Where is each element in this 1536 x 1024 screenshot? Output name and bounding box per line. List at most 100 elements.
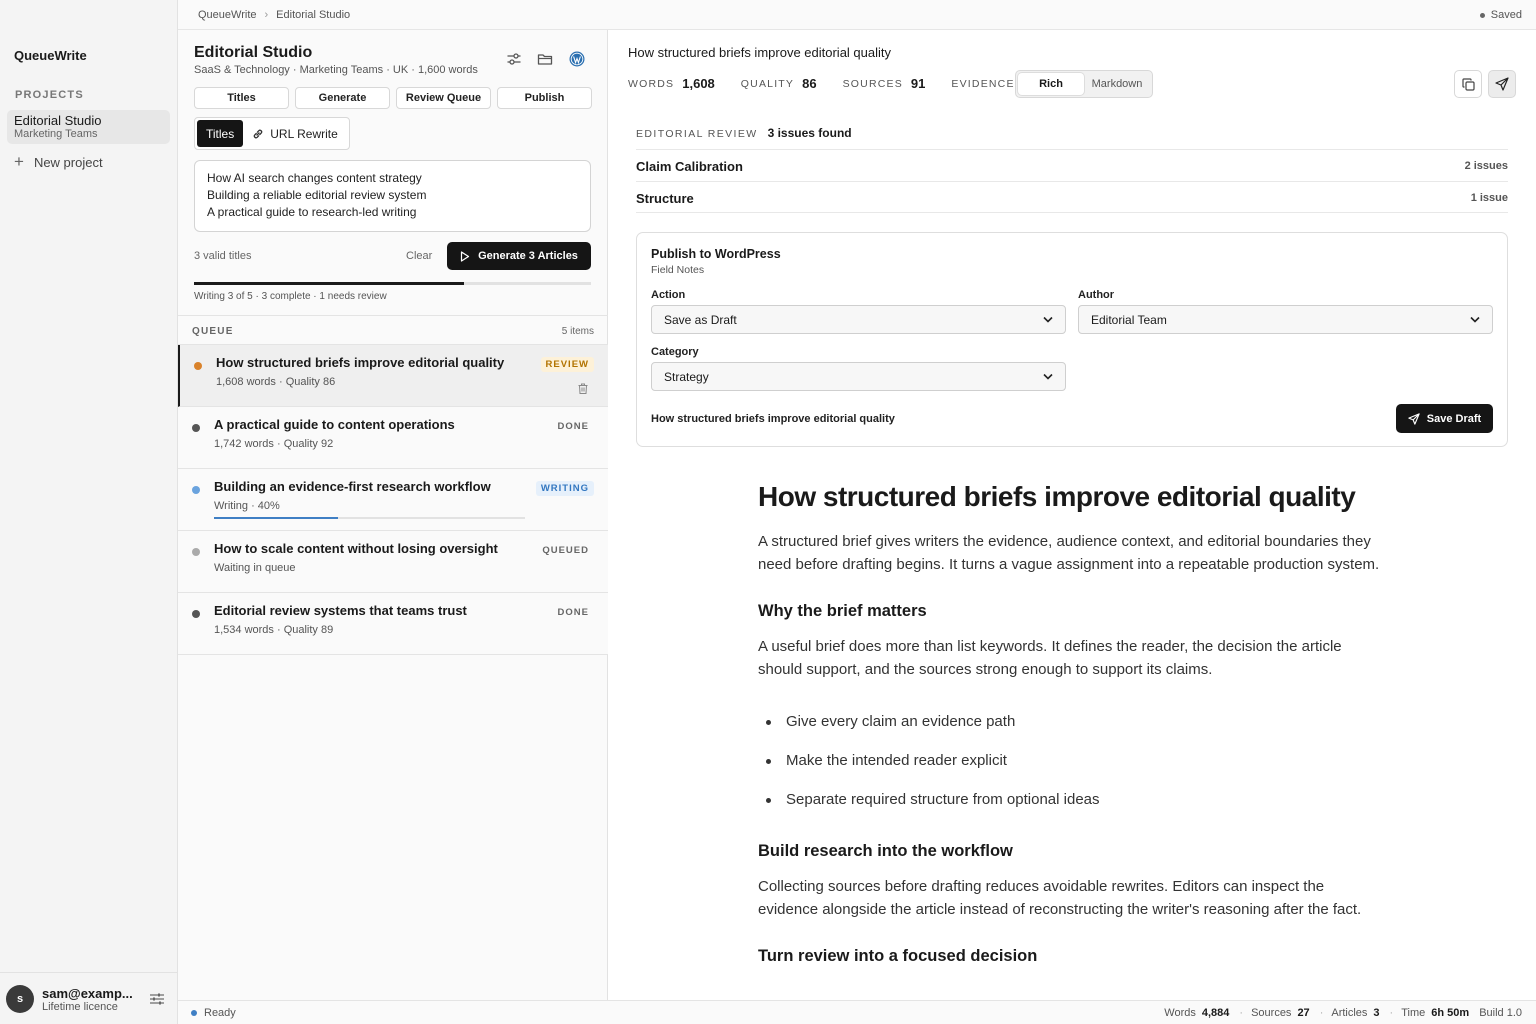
stat-label: WORDS — [628, 77, 675, 90]
queue-list: How structured briefs improve editorial … — [178, 345, 608, 655]
mode-titles[interactable]: Titles — [197, 120, 244, 147]
generate-articles-label: Generate 3 Articles — [478, 250, 578, 262]
status-badge: WRITING — [535, 481, 594, 496]
list-item[interactable]: A practical guide to content operations … — [178, 407, 608, 469]
stat-label: QUALITY — [740, 77, 795, 90]
publish-article-title: How structured briefs improve editorial … — [651, 413, 895, 425]
tab-titles[interactable]: Titles — [194, 87, 289, 109]
publish-site: Field Notes — [651, 264, 705, 276]
chevron-down-icon — [1470, 316, 1480, 323]
item-progress — [214, 517, 525, 519]
list-item[interactable]: Editorial review systems that teams trus… — [178, 593, 608, 655]
mode-url-rewrite-label: URL Rewrite — [270, 126, 338, 141]
wordpress-icon[interactable] — [568, 50, 586, 68]
breadcrumb: QueueWrite › Editorial Studio — [198, 9, 350, 21]
separator: · — [1239, 1007, 1244, 1019]
time-value: 6h 50m — [1431, 1007, 1470, 1019]
item-progress-fill — [214, 517, 339, 519]
words-value: 4,884 — [1201, 1007, 1230, 1019]
generate-articles-button[interactable]: Generate 3 Articles — [447, 242, 591, 270]
article-body: How structured briefs improve editorial … — [758, 480, 1388, 980]
status-dot — [192, 486, 200, 494]
copy-button[interactable] — [1454, 70, 1482, 98]
status-bar: Ready Words 4,884 · Sources 27 · Article… — [178, 1000, 1536, 1024]
project-name: Editorial Studio — [14, 113, 102, 128]
stat-label: EVIDENCE — [951, 77, 1015, 90]
tab-review-queue[interactable]: Review Queue — [396, 87, 491, 109]
save-status: Saved — [1479, 9, 1522, 21]
publish-button[interactable] — [1488, 70, 1516, 98]
review-row[interactable]: Claim Calibration 2 issues — [636, 149, 1508, 181]
list-item: Make the intended reader explicit — [758, 741, 1388, 780]
titles-input[interactable]: How AI search changes content strategy B… — [194, 160, 591, 232]
editorial-review-label: EDITORIAL REVIEW — [636, 128, 758, 140]
status-dot — [192, 424, 200, 432]
totals: Words 4,884 · Sources 27 · Articles 3 · … — [1164, 1007, 1522, 1019]
article-paragraph: Collecting sources before drafting reduc… — [758, 878, 1362, 918]
sliders-icon[interactable] — [505, 50, 523, 68]
sliders-icon[interactable] — [150, 993, 164, 1005]
publish-title: Publish to WordPress — [651, 247, 781, 261]
sources-label: Sources — [1251, 1007, 1292, 1019]
send-icon — [1495, 77, 1509, 91]
breadcrumb-project[interactable]: Editorial Studio — [276, 9, 350, 21]
project-tabs: Titles Generate Review Queue Publish — [194, 87, 592, 109]
article-title: How structured briefs improve editorial … — [628, 45, 891, 60]
build-version: Build 1.0 — [1479, 1007, 1522, 1019]
trash-icon[interactable] — [578, 383, 588, 394]
user-licence: Lifetime licence — [42, 1001, 118, 1013]
title-line: A practical guide to research-led writin… — [207, 205, 417, 219]
list-item[interactable]: Building an evidence-first research work… — [178, 469, 608, 531]
copy-icon — [1461, 77, 1475, 91]
user-account[interactable]: s sam@examp... Lifetime licence — [0, 972, 178, 1024]
mode-url-rewrite[interactable]: URL Rewrite — [243, 120, 347, 147]
folder-icon[interactable] — [536, 50, 554, 68]
new-project-label: New project — [33, 154, 103, 170]
status-badge: DONE — [557, 607, 589, 618]
category-value: Strategy — [664, 369, 709, 384]
status-badge: QUEUED — [542, 545, 589, 556]
status-dot-icon — [1479, 12, 1485, 18]
mode-rich[interactable]: Rich — [1018, 73, 1084, 95]
queue-item-title: How structured briefs improve editorial … — [216, 355, 505, 370]
review-category: Claim Calibration — [636, 159, 743, 174]
plus-icon: + — [14, 152, 24, 171]
project-subtitle: Marketing Teams — [14, 128, 98, 140]
stat-label: SOURCES — [842, 77, 903, 90]
article-subheading: Why the brief matters — [758, 602, 927, 620]
top-bar: QueueWrite › Editorial Studio Saved — [178, 0, 1536, 30]
queue-item-meta: 1,534 words · Quality 89 — [214, 624, 334, 636]
list-item: Separate required structure from optiona… — [758, 780, 1388, 819]
tab-publish[interactable]: Publish — [497, 87, 592, 109]
sources-value: 27 — [1297, 1007, 1310, 1019]
status-dot — [192, 610, 200, 618]
chevron-right-icon: › — [264, 9, 269, 21]
list-item[interactable]: How structured briefs improve editorial … — [178, 345, 608, 407]
input-mode-toggle: Titles URL Rewrite — [194, 117, 350, 150]
queue-header: QUEUE 5 items — [178, 315, 608, 345]
article-panel: How structured briefs improve editorial … — [608, 30, 1536, 1000]
new-project-button[interactable]: + New project — [14, 152, 103, 171]
status-badge: DONE — [557, 421, 589, 432]
clear-button[interactable]: Clear — [406, 250, 432, 262]
words-label: Words — [1164, 1007, 1196, 1019]
project-panel: Editorial Studio SaaS & Technology · Mar… — [178, 30, 608, 1000]
queue-item-meta: Writing · 40% — [214, 500, 280, 512]
category-select[interactable]: Strategy — [651, 362, 1066, 391]
author-select[interactable]: Editorial Team — [1078, 305, 1493, 334]
mode-markdown[interactable]: Markdown — [1084, 73, 1150, 95]
brand-name: QueueWrite — [14, 48, 87, 63]
action-select[interactable]: Save as Draft — [651, 305, 1066, 334]
sidebar-item-editorial-studio[interactable]: Editorial Studio Marketing Teams — [7, 110, 170, 144]
queue-item-meta: 1,742 words · Quality 92 — [214, 438, 334, 450]
separator: · — [1389, 1007, 1394, 1019]
valid-titles-count: 3 valid titles — [194, 250, 252, 262]
list-item[interactable]: How to scale content without losing over… — [178, 531, 608, 593]
breadcrumb-app[interactable]: QueueWrite — [198, 9, 257, 21]
link-icon — [253, 129, 263, 138]
status-dot — [192, 548, 200, 556]
ready-status: Ready — [191, 1007, 236, 1019]
tab-generate[interactable]: Generate — [295, 87, 390, 109]
review-row[interactable]: Structure 1 issue — [636, 181, 1508, 213]
save-draft-button[interactable]: Save Draft — [1396, 404, 1493, 433]
